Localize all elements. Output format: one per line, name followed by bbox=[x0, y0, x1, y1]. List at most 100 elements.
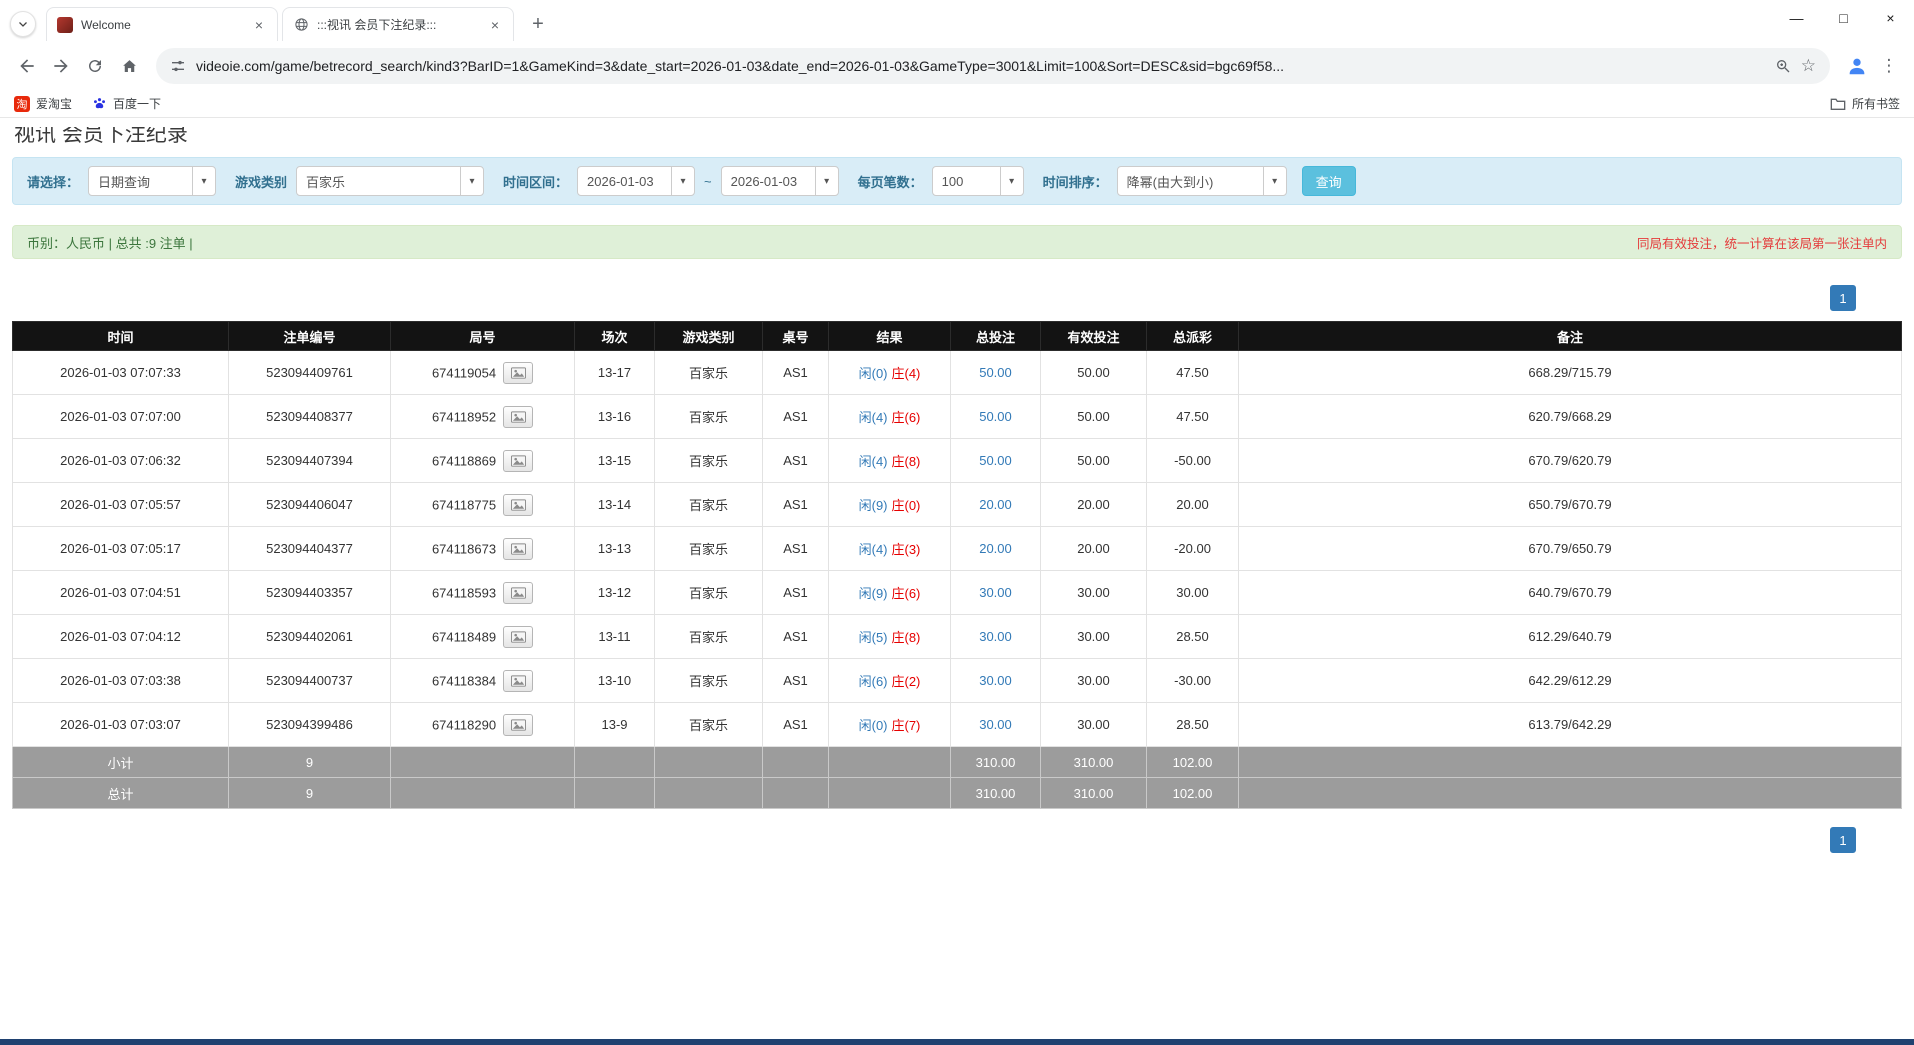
summary-cell bbox=[655, 747, 763, 778]
navigation-bar: videoie.com/game/betrecord_search/kind3?… bbox=[0, 42, 1914, 90]
pagination-top: 1 bbox=[0, 285, 1914, 311]
date-end-select[interactable]: 2026-01-03 ▾ bbox=[721, 166, 839, 196]
column-header: 有效投注 bbox=[1041, 322, 1147, 351]
video-replay-button[interactable] bbox=[503, 626, 533, 648]
reload-button[interactable] bbox=[78, 49, 112, 83]
cell-result: 闲(4)庄(8) bbox=[829, 439, 951, 483]
tab-close-icon[interactable]: × bbox=[487, 17, 503, 33]
tab-close-icon[interactable]: × bbox=[251, 17, 267, 33]
caret-down-icon: ▾ bbox=[1000, 167, 1023, 195]
page-title: 视讯 会员下注纪录 bbox=[14, 127, 1914, 143]
cell-total-bet: 30.00 bbox=[951, 615, 1041, 659]
cell-session: 13-13 bbox=[575, 527, 655, 571]
back-button[interactable] bbox=[10, 49, 44, 83]
address-bar[interactable]: videoie.com/game/betrecord_search/kind3?… bbox=[156, 48, 1830, 84]
column-header: 备注 bbox=[1239, 322, 1902, 351]
url-text[interactable]: videoie.com/game/betrecord_search/kind3?… bbox=[196, 58, 1765, 74]
result-player: 闲(0) bbox=[859, 718, 888, 733]
total-bet-link[interactable]: 30.00 bbox=[979, 673, 1012, 688]
cell-table-no: AS1 bbox=[763, 351, 829, 395]
sort-value: 降幂(由大到小) bbox=[1118, 167, 1263, 195]
column-header: 场次 bbox=[575, 322, 655, 351]
close-window-button[interactable]: × bbox=[1867, 0, 1914, 36]
tab-welcome[interactable]: Welcome × bbox=[46, 7, 278, 41]
total-bet-link[interactable]: 50.00 bbox=[979, 365, 1012, 380]
column-header: 总投注 bbox=[951, 322, 1041, 351]
cell-note: 670.79/650.79 bbox=[1239, 527, 1902, 571]
round-number: 674118869 bbox=[432, 453, 496, 468]
cell-valid-bet: 20.00 bbox=[1041, 483, 1147, 527]
site-settings-icon[interactable] bbox=[170, 58, 186, 74]
summary-row: 小计9310.00310.00102.00 bbox=[13, 747, 1902, 778]
all-bookmarks-button[interactable]: 所有书签 bbox=[1830, 95, 1900, 112]
sort-select[interactable]: 降幂(由大到小) ▾ bbox=[1117, 166, 1287, 196]
total-bet-link[interactable]: 30.00 bbox=[979, 717, 1012, 732]
cell-total-bet: 20.00 bbox=[951, 483, 1041, 527]
tab-bet-record[interactable]: :::视讯 会员下注纪录::: × bbox=[282, 7, 514, 41]
total-bet-link[interactable]: 50.00 bbox=[979, 453, 1012, 468]
tab-list-chevron-button[interactable] bbox=[10, 11, 36, 37]
page-1-button[interactable]: 1 bbox=[1830, 285, 1856, 311]
video-replay-button[interactable] bbox=[503, 362, 533, 384]
column-header: 局号 bbox=[391, 322, 575, 351]
cell-session: 13-10 bbox=[575, 659, 655, 703]
video-replay-button[interactable] bbox=[503, 494, 533, 516]
page-size-select[interactable]: 100 ▾ bbox=[932, 166, 1024, 196]
round-number: 674118384 bbox=[432, 673, 496, 688]
total-bet-link[interactable]: 30.00 bbox=[979, 629, 1012, 644]
forward-button[interactable] bbox=[44, 49, 78, 83]
page-1-button[interactable]: 1 bbox=[1830, 827, 1856, 853]
cell-note: 612.29/640.79 bbox=[1239, 615, 1902, 659]
summary-cell bbox=[575, 747, 655, 778]
query-type-select[interactable]: 日期查询 ▾ bbox=[88, 166, 216, 196]
date-start-select[interactable]: 2026-01-03 ▾ bbox=[577, 166, 695, 196]
picture-icon bbox=[511, 719, 526, 731]
table-body: 2026-01-03 07:07:33 523094409761 6741190… bbox=[13, 351, 1902, 747]
summary-cell: 310.00 bbox=[1041, 778, 1147, 809]
chevron-down-icon bbox=[17, 18, 29, 30]
minimize-button[interactable]: — bbox=[1773, 0, 1820, 36]
search-button[interactable]: 查询 bbox=[1302, 166, 1356, 196]
date-range-tilde: ~ bbox=[704, 174, 712, 189]
sort-label: 时间排序： bbox=[1043, 172, 1108, 191]
video-replay-button[interactable] bbox=[503, 582, 533, 604]
video-replay-button[interactable] bbox=[503, 450, 533, 472]
profile-icon[interactable] bbox=[1840, 49, 1874, 83]
summary-cell bbox=[829, 747, 951, 778]
cell-round: 674118775 bbox=[391, 483, 575, 527]
bookmark-baidu[interactable]: 百度一下 bbox=[92, 95, 161, 112]
home-button[interactable] bbox=[112, 49, 146, 83]
total-bet-link[interactable]: 30.00 bbox=[979, 585, 1012, 600]
page-size-value: 100 bbox=[933, 167, 1000, 195]
video-replay-button[interactable] bbox=[503, 714, 533, 736]
cell-bet-id: 523094403357 bbox=[229, 571, 391, 615]
total-bet-link[interactable]: 20.00 bbox=[979, 541, 1012, 556]
total-bet-link[interactable]: 50.00 bbox=[979, 409, 1012, 424]
video-replay-button[interactable] bbox=[503, 406, 533, 428]
cell-result: 闲(4)庄(3) bbox=[829, 527, 951, 571]
summary-cell bbox=[391, 747, 575, 778]
video-replay-button[interactable] bbox=[503, 670, 533, 692]
game-kind-select[interactable]: 百家乐 ▾ bbox=[296, 166, 484, 196]
browser-menu-icon[interactable]: ⋮ bbox=[1874, 49, 1904, 83]
globe-favicon-icon bbox=[293, 17, 309, 33]
cell-round: 674118593 bbox=[391, 571, 575, 615]
total-bet-link[interactable]: 20.00 bbox=[979, 497, 1012, 512]
result-banker: 庄(4) bbox=[892, 366, 921, 381]
reload-icon bbox=[86, 57, 104, 75]
video-replay-button[interactable] bbox=[503, 538, 533, 560]
pagination-bottom: 1 bbox=[0, 827, 1914, 853]
bookmark-taobao[interactable]: 淘 爱淘宝 bbox=[14, 95, 72, 112]
cell-valid-bet: 50.00 bbox=[1041, 351, 1147, 395]
bookmark-star-icon[interactable]: ☆ bbox=[1801, 56, 1816, 76]
new-tab-button[interactable]: + bbox=[524, 10, 552, 38]
cell-payout: -20.00 bbox=[1147, 527, 1239, 571]
back-arrow-icon bbox=[17, 56, 37, 76]
cell-round: 674118489 bbox=[391, 615, 575, 659]
cell-bet-id: 523094404377 bbox=[229, 527, 391, 571]
column-header: 注单编号 bbox=[229, 322, 391, 351]
bet-record-table: 时间注单编号局号场次游戏类别桌号结果总投注有效投注总派彩备注 2026-01-0… bbox=[12, 321, 1902, 809]
maximize-button[interactable]: □ bbox=[1820, 0, 1867, 36]
game-kind-label: 游戏类别 bbox=[235, 172, 287, 191]
zoom-icon[interactable] bbox=[1775, 58, 1791, 74]
